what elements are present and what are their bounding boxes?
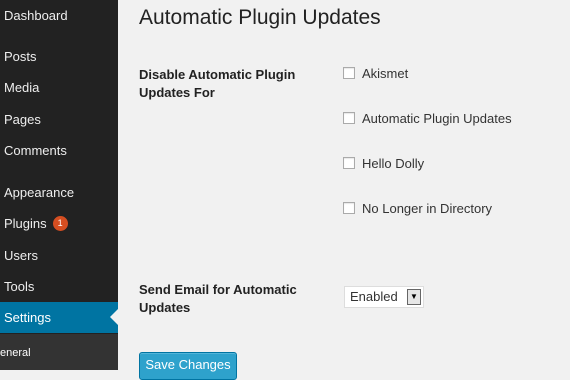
sidebar-item-tools[interactable]: Tools — [0, 271, 118, 302]
email-notification-select[interactable]: Enabled ▼ — [344, 286, 424, 308]
admin-sidebar: Dashboard Posts Media Pages Comments App… — [0, 0, 118, 370]
sidebar-item-plugins[interactable]: Plugins 1 — [0, 208, 118, 239]
checkbox-label: Hello Dolly — [362, 156, 425, 171]
sidebar-item-settings[interactable]: Settings — [0, 302, 118, 333]
save-changes-button[interactable]: Save Changes — [139, 352, 237, 380]
sidebar-item-users[interactable]: Users — [0, 240, 118, 271]
main-content: Automatic Plugin Updates Disable Automat… — [118, 0, 570, 380]
chevron-down-icon[interactable]: ▼ — [407, 289, 421, 305]
sidebar-item-appearance[interactable]: Appearance — [0, 177, 118, 208]
sidebar-item-label: Pages — [4, 112, 41, 127]
disable-updates-label: Disable Automatic Plugin Updates For — [139, 67, 296, 100]
sidebar-item-label: Comments — [4, 143, 67, 158]
update-count-badge: 1 — [52, 216, 68, 232]
checkbox-label: No Longer in Directory — [362, 201, 493, 216]
sidebar-item-media[interactable]: Media — [0, 72, 118, 103]
send-email-label: Send Email for Automatic Updates — [139, 282, 297, 315]
sidebar-item-label: Appearance — [4, 185, 75, 200]
sidebar-item-pages[interactable]: Pages — [0, 104, 118, 135]
checkbox-automatic-plugin-updates[interactable]: Automatic Plugin Updates — [343, 110, 512, 128]
sidebar-item-label: Posts — [4, 49, 37, 64]
checkbox-label: Akismet — [362, 66, 409, 81]
current-menu-arrow — [110, 309, 118, 325]
sidebar-item-label: Settings — [4, 310, 51, 325]
submenu-item-general[interactable]: eneral — [0, 340, 118, 366]
checkbox-hello-dolly[interactable]: Hello Dolly — [343, 155, 424, 173]
select-value: Enabled — [350, 289, 398, 304]
checkbox-box[interactable] — [343, 67, 355, 79]
checkbox-akismet[interactable]: Akismet — [343, 65, 408, 83]
sidebar-item-label: Plugins — [4, 216, 47, 231]
sidebar-item-label: Media — [4, 80, 40, 95]
checkbox-box[interactable] — [343, 157, 355, 169]
checkbox-box[interactable] — [343, 112, 355, 124]
sidebar-item-label: Dashboard — [4, 8, 68, 23]
page-title: Automatic Plugin Updates — [139, 6, 381, 29]
checkbox-no-longer-in-directory[interactable]: No Longer in Directory — [343, 200, 492, 218]
sidebar-item-label: Tools — [4, 279, 35, 294]
checkbox-box[interactable] — [343, 202, 355, 214]
sidebar-item-dashboard[interactable]: Dashboard — [0, 0, 118, 31]
checkbox-label: Automatic Plugin Updates — [362, 111, 512, 126]
submenu-item-label: eneral — [0, 347, 31, 359]
sidebar-item-comments[interactable]: Comments — [0, 135, 118, 166]
sidebar-item-posts[interactable]: Posts — [0, 41, 118, 72]
sidebar-item-label: Users — [4, 248, 38, 263]
